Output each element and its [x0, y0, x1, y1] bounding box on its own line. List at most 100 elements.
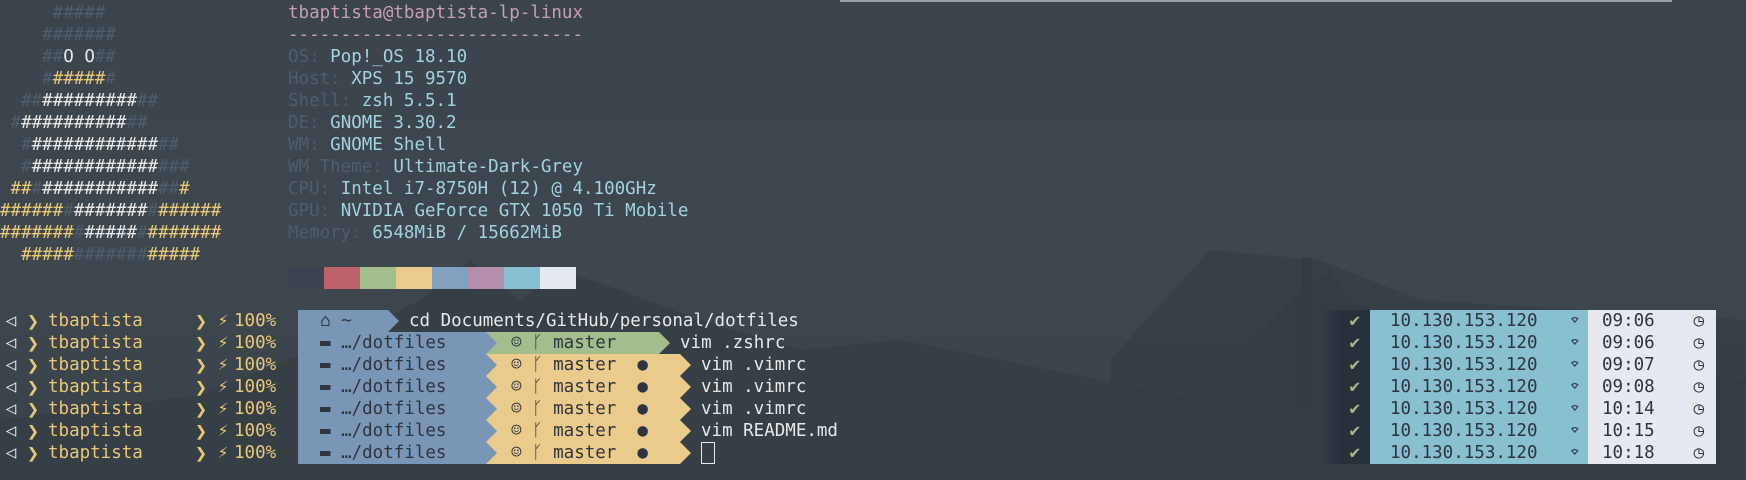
info-field-value: Ultimate-Dark-Grey [393, 157, 584, 177]
time-segment: 09:08 ◷ [1588, 376, 1716, 398]
terminal-cursor[interactable] [701, 442, 715, 464]
directory-segment: ▬ …/dotfiles [298, 376, 486, 398]
check-icon: ✔ [1320, 354, 1370, 376]
clock-time: 09:07 [1602, 355, 1655, 375]
logo-segment: ## [0, 179, 32, 199]
time-segment: 09:06 ◷ [1588, 310, 1716, 332]
battery-level: 100% [234, 421, 277, 441]
github-icon: ☺ [511, 333, 533, 353]
info-field-label: WM: [288, 135, 331, 155]
chevron-right-icon: ❯ [26, 309, 40, 333]
logo-segment: ##### [0, 3, 137, 23]
info-field-value: GNOME Shell [330, 135, 447, 155]
plug-icon: ⚡ [217, 399, 229, 419]
logo-segment: # [0, 113, 22, 133]
folder-icon: ▬ [320, 399, 342, 419]
segment-arrow [680, 376, 691, 398]
logo-segment: ## [126, 113, 148, 133]
info-field-label: Memory: [288, 223, 373, 243]
segment-arrow [680, 398, 691, 420]
info-field-label: OS: [288, 47, 331, 67]
logo-segment: ## [158, 135, 180, 155]
prompt-line: ◁ ❯ tbaptista ❯ ⚡ 100% ▬ …/dotfiles ☺ ᚴ master … [0, 420, 838, 442]
github-icon: ☺ [511, 377, 533, 397]
logo-segment: ####### [0, 223, 74, 243]
ip-segment: 10.130.153.120 ⌔ [1370, 354, 1588, 376]
info-field-value: GNOME 3.30.2 [330, 113, 457, 133]
color-swatch [324, 267, 360, 289]
info-field-label: Shell: [288, 91, 362, 111]
logo-segment: ########### [42, 179, 159, 199]
right-prompt: ✔ 10.130.153.120 ⌔ 10:18 ◷ [1320, 442, 1716, 464]
directory-path: …/dotfiles [341, 355, 447, 375]
git-branch-name: master [553, 333, 617, 353]
prompt-line: ◁ ❯ tbaptista ❯ ⚡ 100% ▬ …/dotfiles ☺ ᚴ master v… [0, 332, 785, 354]
folder-icon: ▬ [320, 421, 342, 441]
logo-segment: # [63, 201, 74, 221]
user-host-title: tbaptista@tbaptista-lp-linux [288, 3, 584, 23]
segment-arrow [486, 354, 497, 376]
prompt-user: tbaptista [48, 333, 143, 353]
git-branch-name: master [553, 355, 617, 375]
folder-icon: ▬ [320, 377, 342, 397]
info-field-value: 6548MiB / 15662MiB [372, 223, 562, 243]
command-text: vim README.md [701, 421, 838, 441]
directory-segment: ▬ …/dotfiles [298, 354, 486, 376]
info-field-label: WM Theme: [288, 157, 394, 177]
directory-segment: ▬ …/dotfiles [298, 442, 486, 464]
chevron-right-icon: ❯ [26, 331, 40, 355]
logo-row: ############# [0, 90, 158, 112]
clock-time: 10:14 [1602, 399, 1655, 419]
modified-icon: ● [616, 399, 648, 419]
clock-icon: ◷ [1693, 443, 1704, 463]
logo-row: ################ [0, 156, 190, 178]
logo-segment: ####### [73, 201, 148, 221]
chevron-right-icon: ❯ [26, 397, 40, 421]
color-swatch [360, 267, 396, 289]
info-field-label: Host: [288, 69, 352, 89]
logo-segment: ## [94, 47, 127, 67]
git-branch-icon: ᚴ [532, 377, 554, 397]
chevron-right-icon: ❯ [26, 353, 40, 377]
logo-segment: O [63, 47, 74, 67]
color-swatch [504, 267, 540, 289]
clock-time: 09:06 [1602, 311, 1655, 331]
git-segment: ☺ ᚴ master ● [497, 420, 680, 442]
logo-segment [74, 47, 85, 67]
home-icon: ⌂ [320, 311, 342, 331]
plug-icon: ⚡ [217, 421, 229, 441]
github-icon: ☺ [511, 355, 533, 375]
segment-arrow [486, 420, 497, 442]
logo-row: ################# [0, 244, 200, 266]
logo-segment: ##### [0, 245, 74, 265]
clock-icon: ◷ [1693, 399, 1704, 419]
ip-address: 10.130.153.120 [1390, 333, 1538, 353]
info-field-label: CPU: [288, 179, 341, 199]
info-field-label: GPU: [288, 201, 341, 221]
logo-row: ################# [0, 178, 190, 200]
folder-icon: ▬ [320, 333, 342, 353]
logo-segment: # [105, 69, 127, 89]
terminal-prompt-icon: ◁ [5, 355, 17, 375]
github-icon: ☺ [511, 421, 533, 441]
ip-segment: 10.130.153.120 ⌔ [1370, 376, 1588, 398]
directory-segment: ⌂ ~ [298, 310, 388, 332]
check-icon: ✔ [1320, 398, 1370, 420]
clock-icon: ◷ [1693, 421, 1704, 441]
logo-row: ############### [0, 134, 179, 156]
prompt-line: ◁ ❯ tbaptista ❯ ⚡ 100% ▬ …/dotfiles ☺ ᚴ master … [0, 354, 806, 376]
logo-row: ##O O## [0, 46, 126, 68]
git-branch-icon: ᚴ [532, 421, 554, 441]
modified-icon: ● [616, 421, 648, 441]
window-top-border [840, 0, 1672, 2]
info-field: GPU: NVIDIA GeForce GTX 1050 Ti Mobile [288, 200, 688, 222]
terminal-prompt-icon: ◁ [5, 333, 17, 353]
terminal-prompt-icon: ◁ [5, 377, 17, 397]
plug-icon: ⚡ [217, 333, 229, 353]
chevron-right-icon: ❯ [194, 353, 208, 377]
logo-segment: # [0, 69, 53, 89]
modified-icon: ● [616, 355, 648, 375]
logo-segment: ######### [42, 91, 137, 111]
segment-arrow [680, 354, 691, 376]
wifi-icon: ⌔ [1569, 355, 1580, 375]
